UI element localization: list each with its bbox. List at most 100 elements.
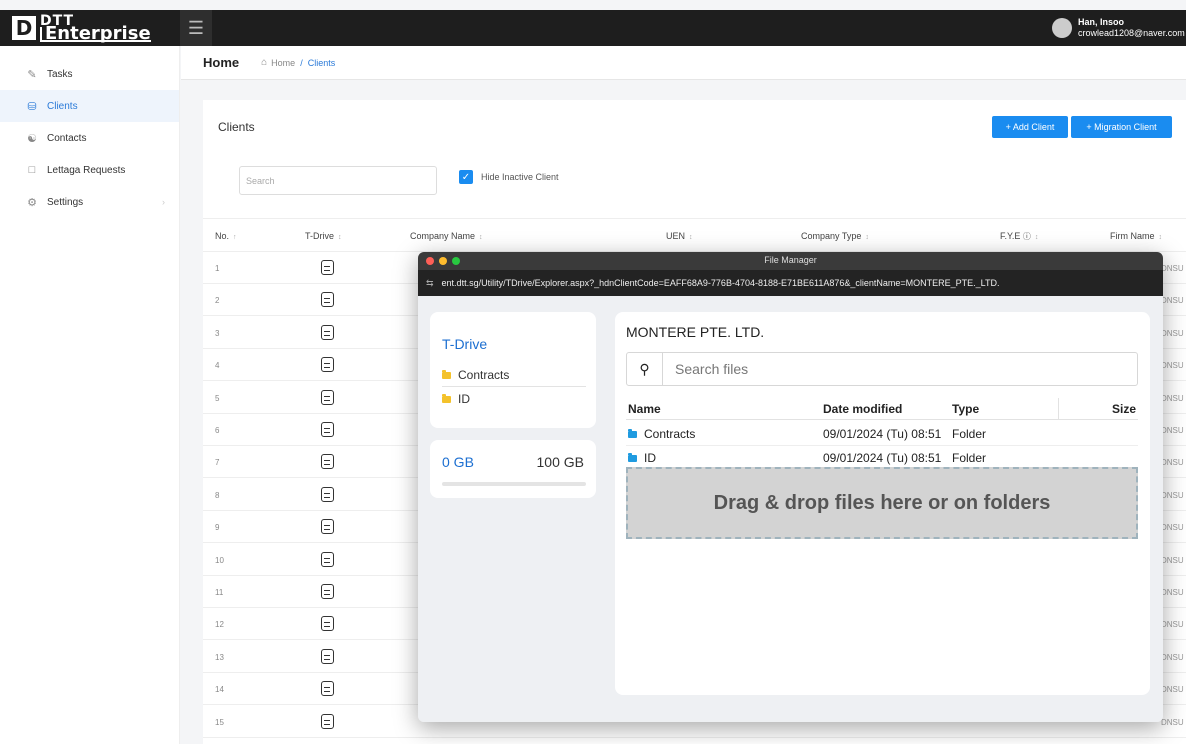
row-number: 5 [215,393,220,403]
folder-tree-panel: T-Drive Contracts ID [430,312,596,428]
tdrive-document-icon[interactable] [321,519,334,535]
tdrive-document-icon[interactable] [321,616,334,632]
user-menu[interactable]: Han, Insoo crowlead1208@naver.com [1052,10,1186,46]
home-icon[interactable]: ⌂ [261,57,267,68]
tdrive-document-icon[interactable] [321,486,334,502]
gear-icon: ⚙ [27,196,37,209]
file-row[interactable]: Contracts 09/01/2024 (Tu) 08:51 Folder [626,422,1138,446]
breadcrumb-separator: / [300,57,303,68]
sidebar-item-label: Contacts [47,132,87,144]
column-header-company-name[interactable]: Company Name ↕ [410,231,483,241]
search-icon: ⚲ [627,352,663,386]
logo-line2: Enterprise [40,24,151,42]
tdrive-document-icon[interactable] [321,551,334,567]
file-manager-body: T-Drive Contracts ID 0 GB 100 GB MONTERE… [418,296,1163,722]
folder-icon [442,369,451,379]
logo-mark: D [12,16,36,40]
file-list-panel: MONTERE PTE. LTD. ⚲ Search files Name Da… [615,312,1150,695]
tdrive-document-icon[interactable] [321,648,334,664]
tdrive-document-icon[interactable] [321,260,334,275]
row-number: 3 [215,328,220,338]
tdrive-document-icon[interactable] [321,422,334,437]
tdrive-document-icon[interactable] [321,324,334,340]
row-number: 1 [215,264,220,273]
hide-inactive-checkbox[interactable]: ✓ [459,170,473,184]
row-number: 15 [215,717,224,727]
file-date: 09/01/2024 (Tu) 08:51 [823,427,942,441]
sort-icon: ↕ [865,234,869,241]
checklist-icon: ✎ [27,68,37,81]
storage-total: 100 GB [536,454,584,470]
storage-progress-bar [442,482,586,486]
hamburger-icon[interactable]: ☰ [180,10,212,46]
file-table-header: Name Date modified Type Size [626,398,1138,420]
hide-inactive-toggle[interactable]: ✓ Hide Inactive Client [459,170,559,184]
tdrive-document-icon[interactable] [321,681,334,697]
tree-item-contracts[interactable]: Contracts [442,368,509,382]
column-header-no[interactable]: No. ↑ [215,231,237,241]
sidebar-item-tasks[interactable]: ✎ Tasks [0,58,179,90]
firm-name-cell: DNSU [1161,555,1184,565]
tree-title[interactable]: T-Drive [442,336,487,352]
firm-name-cell: DNSU [1161,620,1184,630]
sidebar-item-contacts[interactable]: ☯ Contacts [0,122,179,154]
add-client-button[interactable]: + Add Client [992,116,1068,138]
column-header-uen[interactable]: UEN ↕ [666,231,693,241]
tdrive-document-icon[interactable] [321,713,334,729]
avatar[interactable] [1052,18,1072,38]
sidebar-item-label: Tasks [47,68,73,80]
file-search-input[interactable]: Search files [663,361,748,377]
page-title: Home [203,55,240,70]
tree-item-id[interactable]: ID [442,392,470,406]
client-search-input[interactable]: Search [239,166,437,195]
upload-dropzone[interactable]: Drag & drop files here or on folders [626,467,1138,539]
tdrive-document-icon[interactable] [321,357,334,373]
sidebar-item-lettaga-requests[interactable]: □ Lettaga Requests [0,154,179,186]
row-number: 2 [215,296,220,306]
sidebar-item-clients[interactable]: ⛁ Clients [0,90,179,122]
firm-name-cell: DNSU [1161,296,1184,306]
address-bar[interactable]: ⇆ ent.dtt.sg/Utility/TDrive/Explorer.asp… [418,270,1163,296]
firm-name-cell: DNSU [1161,490,1184,500]
column-header-name[interactable]: Name [628,402,661,416]
app-logo[interactable]: D DTT Enterprise [0,10,180,46]
file-manager-window: File Manager ⇆ ent.dtt.sg/Utility/TDrive… [418,252,1163,722]
file-search[interactable]: ⚲ Search files [626,352,1138,386]
breadcrumb-bar: Home ⌂ Home / Clients [181,46,1186,80]
migration-client-button[interactable]: + Migration Client [1071,116,1172,138]
folder-icon [628,452,637,462]
breadcrumb-home[interactable]: Home [271,58,295,68]
site-settings-icon[interactable]: ⇆ [426,278,434,289]
sidebar-item-settings[interactable]: ⚙ Settings › [0,186,179,218]
sort-icon: ↕ [338,234,342,241]
row-number: 6 [215,426,220,435]
window-title: File Manager [764,255,817,265]
file-type: Folder [952,427,987,441]
tdrive-document-icon[interactable] [321,292,334,308]
column-header-type[interactable]: Type [952,402,979,416]
tdrive-document-icon[interactable] [321,389,334,405]
column-header-company-type[interactable]: Company Type ↕ [801,231,869,241]
divider [442,386,586,387]
sort-icon: ↑ [233,234,237,241]
contacts-icon: ☯ [27,132,37,145]
column-header-size[interactable]: Size [1112,402,1136,416]
window-titlebar[interactable]: File Manager [418,252,1163,270]
tdrive-document-icon[interactable] [321,584,334,599]
column-header-firm-name[interactable]: Firm Name ↕ [1110,231,1162,241]
client-name: MONTERE PTE. LTD. [626,324,765,340]
hide-inactive-label: Hide Inactive Client [481,172,559,182]
address-url: ent.dtt.sg/Utility/TDrive/Explorer.aspx?… [441,278,1000,288]
breadcrumb-current: Clients [307,57,336,68]
breadcrumb: ⌂ Home / Clients [261,57,335,68]
row-number: 10 [215,555,224,565]
column-header-tdrive[interactable]: T-Drive ↕ [305,231,342,241]
sort-icon: ↕ [1034,234,1039,241]
column-header-date[interactable]: Date modified [823,402,902,416]
document-icon: □ [28,164,36,176]
firm-name-cell: DNSU [1161,523,1184,533]
tdrive-document-icon[interactable] [321,454,334,470]
column-header-fye[interactable]: F.Y.E ⓘ ↕ [1000,231,1038,242]
row-number: 8 [215,490,220,500]
row-number: 9 [215,523,220,533]
